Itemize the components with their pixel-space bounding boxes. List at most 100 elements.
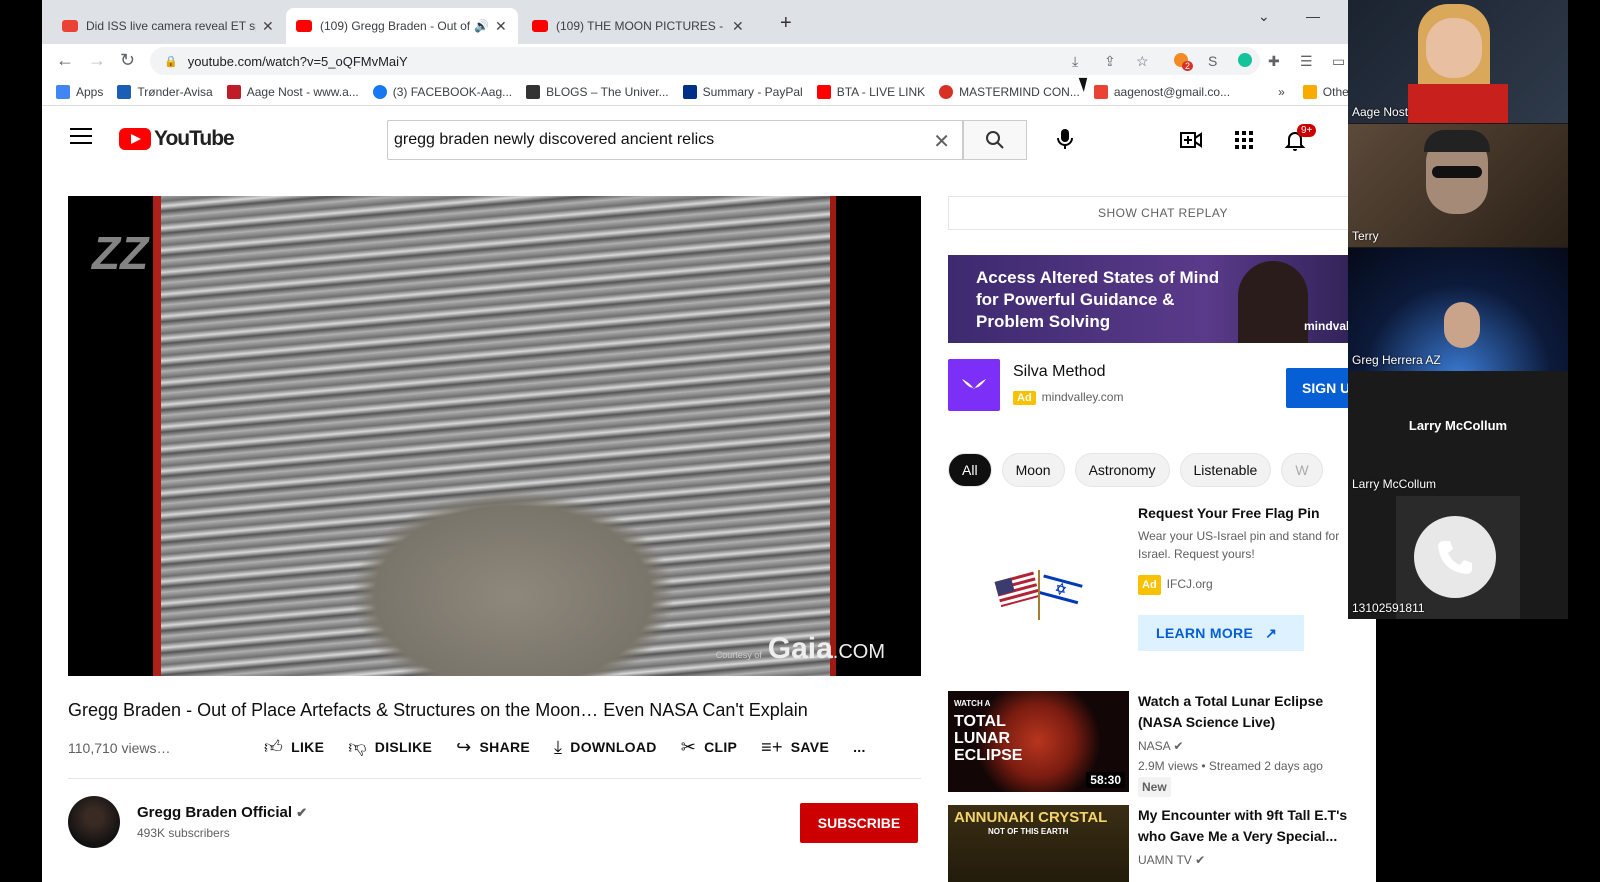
share-icon[interactable]: ⇪: [1104, 53, 1116, 70]
clip-button[interactable]: ✂ CLIP: [681, 737, 737, 758]
address-bar[interactable]: 🔒 youtube.com/watch?v=5_oQFMvMaiY: [150, 47, 1260, 75]
show-chat-replay-button[interactable]: SHOW CHAT REPLAY: [948, 196, 1376, 230]
new-tab-button[interactable]: +: [780, 12, 792, 35]
bookmark-label: Apps: [76, 84, 104, 99]
install-icon[interactable]: ⤓: [1072, 53, 1078, 70]
ad-banner-person-image: [1238, 261, 1308, 343]
channel-avatar[interactable]: [68, 796, 120, 848]
dislike-button[interactable]: 👎︎ DISLIKE: [348, 736, 432, 758]
bookmark-blogs[interactable]: BLOGS – The Univer...: [526, 84, 669, 99]
participant-tile[interactable]: Greg Herrera AZ: [1348, 248, 1568, 371]
reload-icon[interactable]: ↻: [120, 50, 135, 71]
bookmark-label: Trønder-Avisa: [137, 84, 213, 99]
bookmark-facebook[interactable]: (3) FACEBOOK-Aag...: [372, 84, 512, 99]
extension-icon[interactable]: 2: [1174, 53, 1194, 71]
participant-tile[interactable]: 13102591811: [1348, 496, 1568, 619]
chip-all[interactable]: All: [948, 453, 992, 487]
other-bookmarks[interactable]: Other: [1302, 84, 1353, 99]
chip-overflow[interactable]: W: [1281, 453, 1323, 487]
participant-tile[interactable]: Terry: [1348, 124, 1568, 247]
forward-icon[interactable]: →: [88, 50, 106, 71]
channel-name[interactable]: Gregg Braden Official ✔: [137, 804, 307, 821]
ad-title[interactable]: Silva Method: [1013, 363, 1106, 381]
back-icon[interactable]: ←: [56, 50, 74, 71]
video-title: Gregg Braden - Out of Place Artefacts & …: [68, 700, 808, 720]
minimize-icon[interactable]: —: [1306, 8, 1320, 24]
bookmark-tronder-avisa[interactable]: Trønder-Avisa: [117, 84, 213, 99]
save-button[interactable]: ≡+ SAVE: [761, 737, 829, 758]
list-item[interactable]: Request Your Free Flag Pin Wear your US-…: [948, 503, 1376, 681]
download-button[interactable]: ⤓ DOWNLOAD: [554, 737, 657, 758]
bookmark-star-icon[interactable]: ☆: [1136, 53, 1149, 70]
add-to-playlist-icon: ≡+: [761, 736, 783, 757]
close-tab-icon[interactable]: ✕: [262, 18, 274, 35]
list-item[interactable]: ANNUNAKI CRYSTAL NOT OF THIS EARTH My En…: [948, 805, 1376, 882]
recommendation-channel[interactable]: NASA ✔: [1138, 737, 1183, 755]
dislike-label: DISLIKE: [374, 739, 433, 755]
more-actions-button[interactable]: ...: [853, 739, 866, 755]
subscribe-button[interactable]: SUBSCRIBE: [800, 803, 918, 843]
like-label: LIKE: [291, 739, 325, 755]
learn-more-button[interactable]: LEARN MORE ↗: [1138, 615, 1304, 651]
view-count[interactable]: 110,710 views…: [68, 740, 170, 756]
chip-listenable[interactable]: Listenable: [1179, 453, 1272, 487]
like-button[interactable]: 👍︎ LIKE: [264, 736, 324, 758]
tab-moon-pictures[interactable]: (109) THE MOON PICTURES - An ✕: [522, 8, 754, 44]
list-item[interactable]: WATCH A TOTAL LUNAR ECLIPSE 58:30 Watch …: [948, 691, 1376, 797]
recommendation-title[interactable]: My Encounter with 9ft Tall E.T's who Gav…: [1138, 805, 1360, 847]
thumbs-down-icon: 👎︎: [348, 737, 367, 757]
speaker-icon[interactable]: 🔊: [474, 19, 489, 33]
menu-icon[interactable]: [70, 128, 92, 149]
microphone-icon[interactable]: [1052, 126, 1078, 152]
youtube-logo[interactable]: YouTube: [119, 127, 235, 151]
participant-name: Terry: [1352, 229, 1379, 243]
bookmark-label: BLOGS – The Univer...: [546, 84, 669, 99]
butterfly-icon: [962, 379, 986, 389]
bookmark-gmail[interactable]: aagenost@gmail.co...: [1093, 84, 1230, 99]
tab-iss-camera[interactable]: Did ISS live camera reveal ET spa ✕: [52, 8, 284, 44]
tab-gregg-braden[interactable]: (109) Gregg Braden - Out of 🔊 ✕: [286, 8, 518, 44]
gaia-brand: Gaia: [767, 632, 833, 665]
bookmark-aage-nost[interactable]: Aage Nost - www.a...: [226, 84, 359, 99]
video-frame-moon-surface: [153, 196, 836, 676]
side-panel-icon[interactable]: ▭: [1332, 53, 1345, 70]
reading-list-icon[interactable]: ☰: [1300, 53, 1313, 70]
share-button[interactable]: ↪ SHARE: [456, 737, 530, 758]
tab-strip: Did ISS live camera reveal ET spa ✕ (109…: [42, 0, 1376, 44]
ad-tag: Ad: [1013, 391, 1036, 405]
silva-method-logo[interactable]: [948, 359, 1000, 411]
participant-tile[interactable]: Larry McCollum Larry McCollum: [1348, 372, 1568, 495]
apps-grid-icon[interactable]: [1232, 128, 1256, 152]
bookmark-mastermind[interactable]: MASTERMIND CON...: [939, 84, 1080, 99]
recommendation-title[interactable]: Request Your Free Flag Pin: [1138, 503, 1360, 524]
recommendation-channel[interactable]: UAMN TV ✔: [1138, 851, 1205, 869]
annunaki-crystal-thumbnail: ANNUNAKI CRYSTAL NOT OF THIS EARTH: [948, 805, 1129, 882]
bookmarks-overflow-button[interactable]: »: [1278, 85, 1285, 99]
lock-icon: 🔒: [164, 55, 178, 68]
tab-title: (109) THE MOON PICTURES - An: [556, 19, 726, 33]
tab-title: Did ISS live camera reveal ET spa: [86, 19, 256, 33]
search-button[interactable]: [963, 120, 1027, 160]
close-tab-icon[interactable]: ✕: [732, 18, 744, 35]
channel-name-text: Gregg Braden Official: [137, 804, 293, 821]
bookmark-apps[interactable]: Apps: [56, 84, 104, 99]
search-input[interactable]: gregg braden newly discovered ancient re…: [387, 120, 963, 160]
share-arrow-icon: ↪: [456, 736, 472, 757]
extension-badge: 2: [1182, 61, 1194, 71]
close-tab-icon[interactable]: ✕: [495, 18, 507, 35]
ad-banner[interactable]: Access Altered States of Mind for Powerf…: [948, 255, 1376, 343]
clear-search-icon[interactable]: ✕: [933, 129, 950, 154]
bookmark-bta-live[interactable]: BTA - LIVE LINK: [816, 84, 925, 99]
tab-search-icon[interactable]: ⌄: [1258, 8, 1270, 25]
video-player[interactable]: ZZ Courtesy of Gaia.COM: [68, 196, 921, 676]
participant-tile[interactable]: Aage Nost: [1348, 0, 1568, 123]
recommendation-title[interactable]: Watch a Total Lunar Eclipse (NASA Scienc…: [1138, 691, 1360, 733]
ad-tag: Ad: [1138, 575, 1161, 595]
chip-moon[interactable]: Moon: [1001, 453, 1065, 487]
create-video-icon[interactable]: [1179, 128, 1203, 152]
chip-astronomy[interactable]: Astronomy: [1074, 453, 1170, 487]
bookmark-paypal[interactable]: Summary - PayPal: [682, 84, 803, 99]
grammarly-icon[interactable]: [1238, 53, 1252, 70]
s-extension-icon[interactable]: S: [1208, 53, 1217, 69]
puzzle-icon[interactable]: ✚: [1268, 53, 1280, 70]
